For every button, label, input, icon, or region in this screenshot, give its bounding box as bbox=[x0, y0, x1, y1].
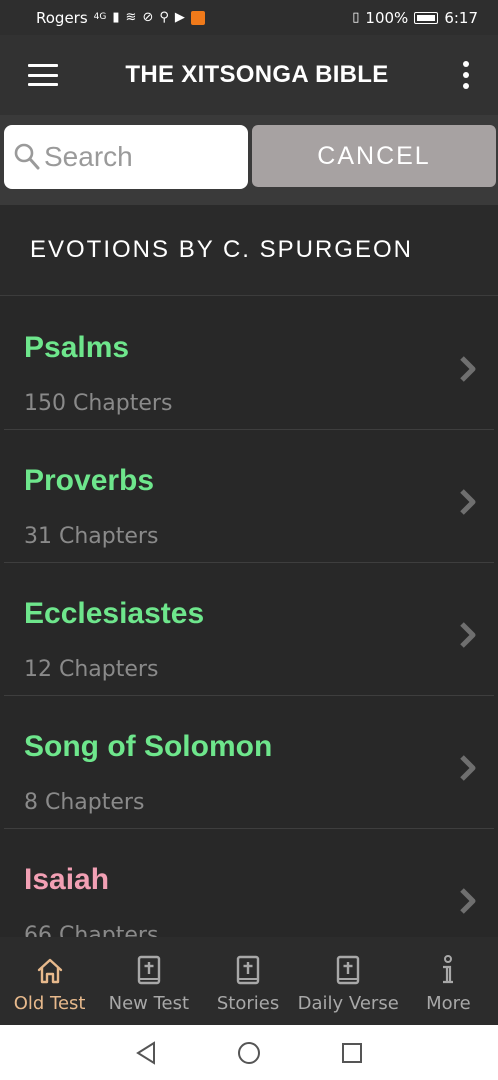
status-bar: Rogers 4G ▮ ≋ ⊘ ⚲ ▶ ▯ 100% 6:17 bbox=[0, 0, 498, 35]
nav-label: New Test bbox=[108, 993, 190, 1014]
chapter-count: 150 Chapters bbox=[24, 391, 173, 416]
chapter-count: 31 Chapters bbox=[24, 524, 159, 549]
nav-label: Daily Verse bbox=[297, 993, 399, 1014]
nav-more[interactable]: More bbox=[399, 937, 498, 1025]
nav-new-test[interactable]: New Test bbox=[99, 937, 198, 1025]
bible-icon bbox=[234, 953, 262, 989]
app-notification-icon bbox=[190, 10, 205, 25]
chevron-right-icon bbox=[460, 489, 476, 515]
nav-label: Old Test bbox=[13, 993, 86, 1014]
signal-icon: 4G bbox=[93, 12, 107, 22]
home-circle-icon[interactable] bbox=[237, 1041, 261, 1065]
system-nav-bar bbox=[0, 1025, 498, 1080]
cancel-button[interactable]: CANCEL bbox=[252, 125, 496, 187]
status-right: ▯ 100% 6:17 bbox=[352, 9, 478, 27]
book-list[interactable]: Psalms 150 Chapters Proverbs 31 Chapters… bbox=[0, 297, 498, 937]
book-title: Ecclesiastes bbox=[24, 597, 205, 630]
book-title: Psalms bbox=[24, 331, 130, 364]
chapter-count: 8 Chapters bbox=[24, 790, 145, 815]
list-item-psalms[interactable]: Psalms 150 Chapters bbox=[4, 297, 494, 430]
chevron-right-icon bbox=[460, 356, 476, 382]
book-title: Proverbs bbox=[24, 464, 155, 497]
list-item-ecclesiastes[interactable]: Ecclesiastes 12 Chapters bbox=[4, 563, 494, 696]
bible-icon bbox=[334, 953, 362, 989]
nav-old-test[interactable]: Old Test bbox=[0, 937, 99, 1025]
app-bar: THE XITSONGA BIBLE bbox=[0, 35, 498, 115]
bible-icon bbox=[135, 953, 163, 989]
search-icon bbox=[14, 143, 40, 170]
youtube-icon: ▶ bbox=[174, 10, 185, 25]
search-input[interactable] bbox=[44, 141, 234, 173]
hamburger-icon[interactable] bbox=[28, 64, 58, 86]
banner-text: EVOTIONS BY C. SPURGEON bbox=[30, 236, 413, 263]
list-item-isaiah[interactable]: Isaiah 66 Chapters bbox=[4, 829, 494, 937]
chevron-right-icon bbox=[460, 888, 476, 914]
chevron-right-icon bbox=[460, 622, 476, 648]
search-row: CANCEL bbox=[0, 115, 498, 205]
usb-icon: ⚲ bbox=[159, 10, 169, 25]
nav-label: Stories bbox=[216, 993, 280, 1014]
clock: 6:17 bbox=[444, 8, 478, 27]
book-title: Song of Solomon bbox=[24, 730, 273, 763]
bottom-nav: Old Test New Test Stories Daily Verse Mo… bbox=[0, 937, 498, 1025]
carrier-name: Rogers bbox=[36, 8, 88, 27]
list-item-song-of-solomon[interactable]: Song of Solomon 8 Chapters bbox=[4, 696, 494, 829]
list-item-proverbs[interactable]: Proverbs 31 Chapters bbox=[4, 430, 494, 563]
info-icon bbox=[438, 953, 458, 989]
marquee-banner[interactable]: EVOTIONS BY C. SPURGEON bbox=[0, 205, 498, 296]
nav-stories[interactable]: Stories bbox=[198, 937, 297, 1025]
battery-icon bbox=[414, 11, 439, 24]
wifi-icon: ≋ bbox=[125, 10, 137, 25]
chapter-count: 66 Chapters bbox=[24, 923, 159, 937]
battery-percent: 100% bbox=[365, 8, 409, 27]
back-icon[interactable] bbox=[135, 1040, 157, 1065]
home-icon bbox=[35, 953, 65, 989]
more-vert-icon[interactable] bbox=[456, 61, 476, 89]
signal-bars-icon: ▮ bbox=[112, 10, 120, 25]
chapter-count: 12 Chapters bbox=[24, 657, 159, 682]
app-title: THE XITSONGA BIBLE bbox=[125, 61, 389, 88]
recents-icon[interactable] bbox=[341, 1042, 363, 1064]
search-box[interactable] bbox=[4, 125, 248, 189]
status-left: Rogers 4G ▮ ≋ ⊘ ⚲ ▶ bbox=[36, 9, 205, 27]
book-title: Isaiah bbox=[24, 863, 110, 896]
vibrate-icon: ▯ bbox=[352, 10, 360, 25]
nav-daily-verse[interactable]: Daily Verse bbox=[298, 937, 399, 1025]
check-circle-icon: ⊘ bbox=[142, 10, 154, 25]
nav-label: More bbox=[426, 993, 471, 1014]
chevron-right-icon bbox=[460, 755, 476, 781]
